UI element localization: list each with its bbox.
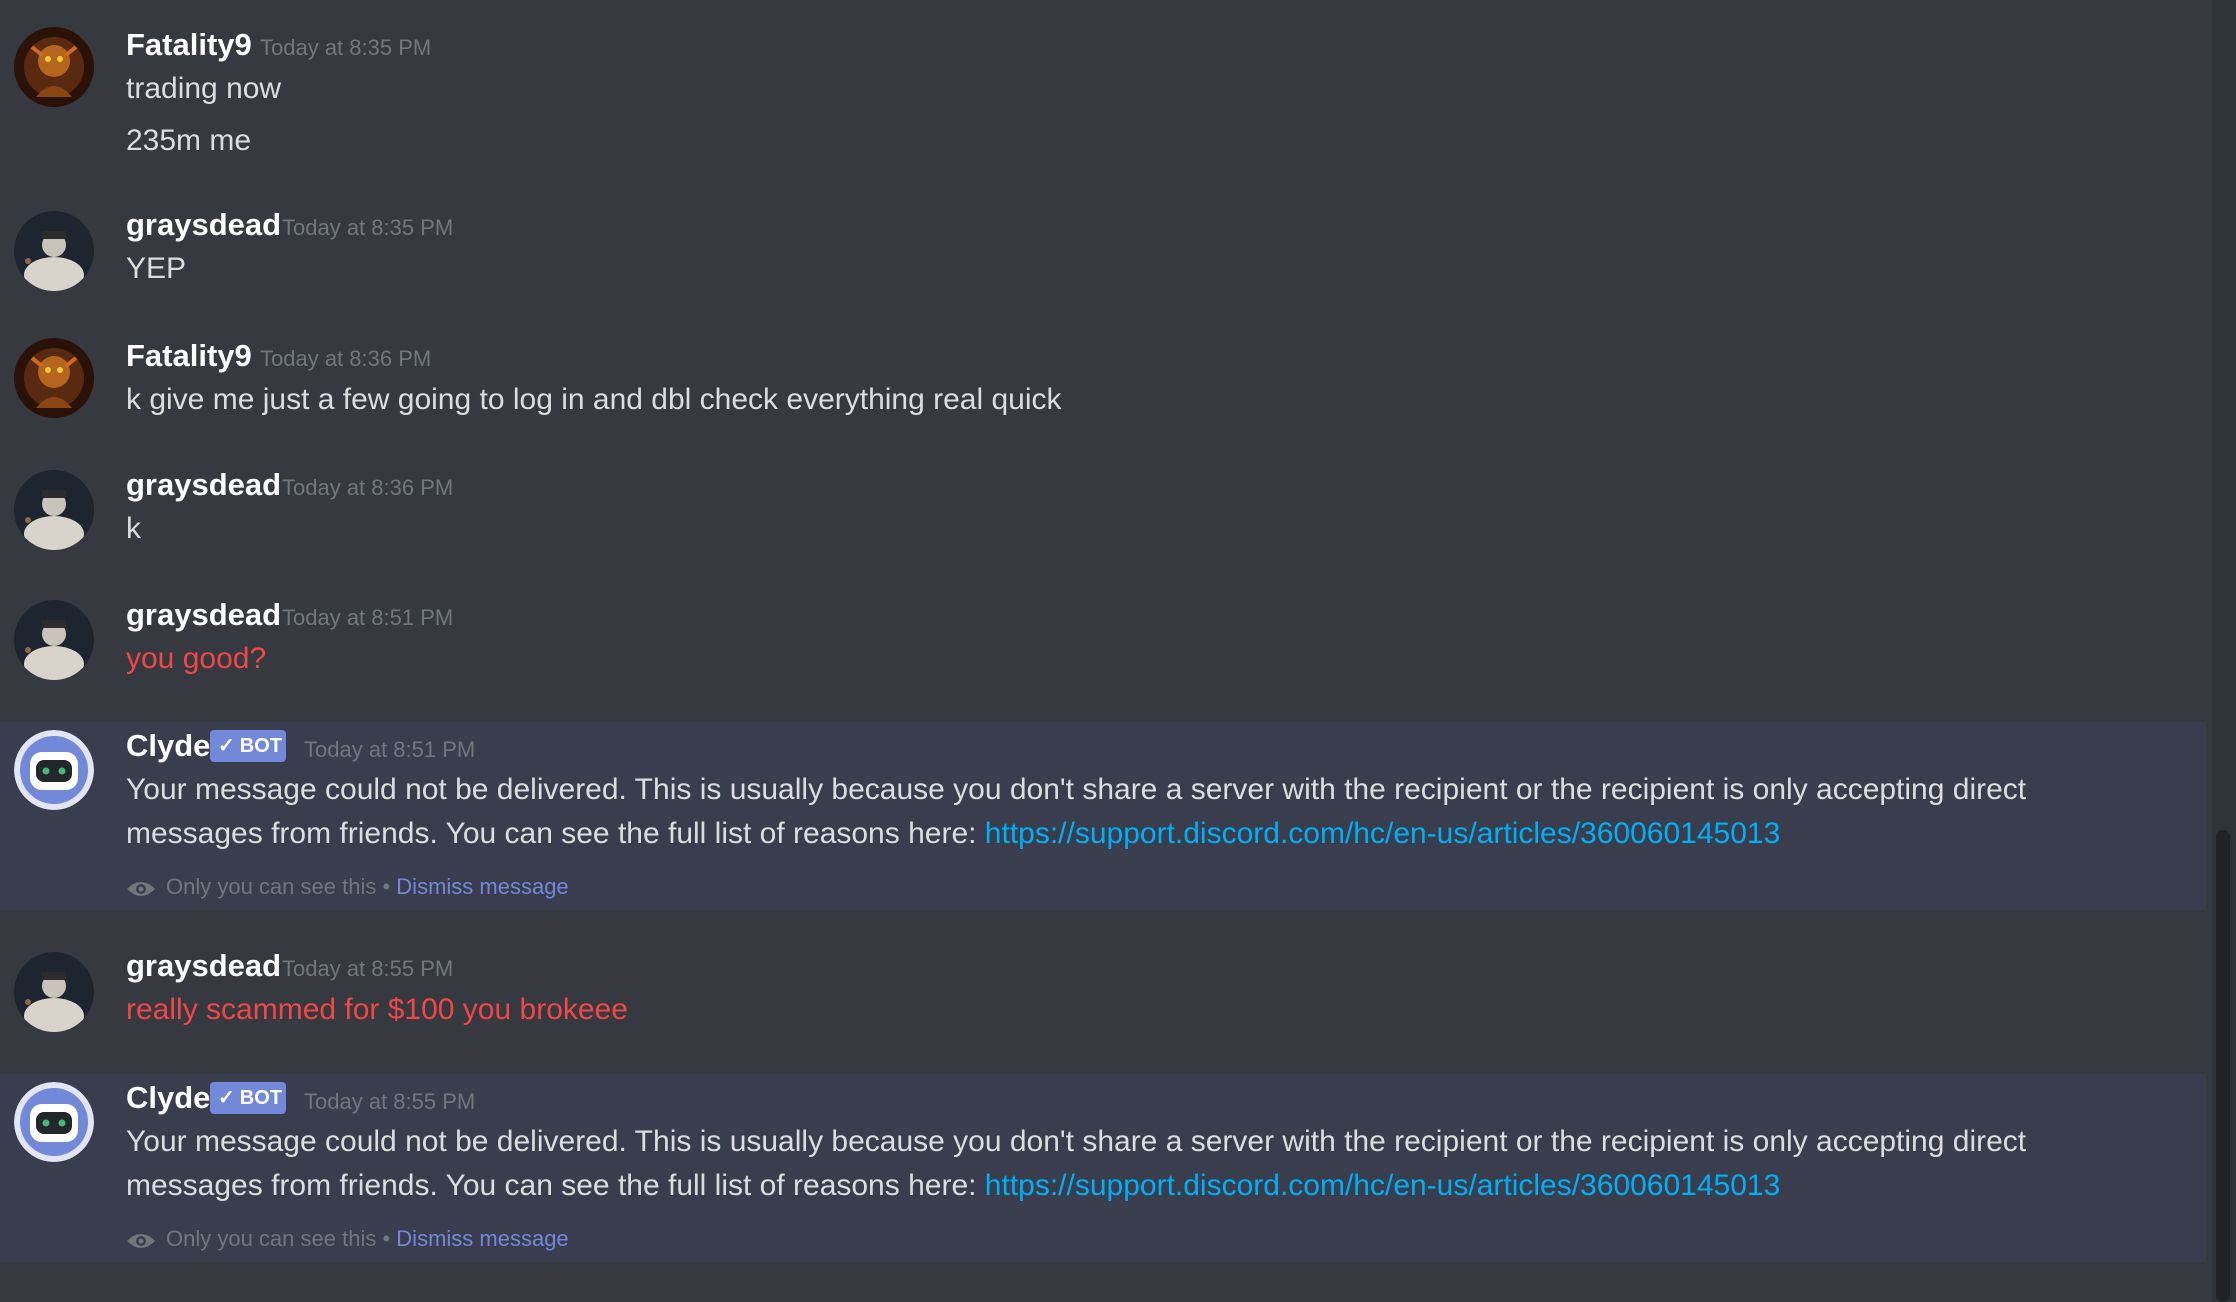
timestamp: Today at 8:35 PM [282,215,454,240]
timestamp: Today at 8:51 PM [304,737,476,762]
message-line-text: messages from friends. You can see the f… [126,1169,985,1202]
username[interactable]: graysdead [126,948,281,984]
message-text: YEP [126,252,187,285]
timestamp: Today at 8:55 PM [304,1089,476,1114]
username[interactable]: Fatality9 [126,338,252,374]
clyde-robot-icon[interactable] [14,1082,94,1162]
chat-messages: Fatality9 Today at 8:35 PM trading now 2… [0,0,2236,1302]
fatality-avatar-icon[interactable] [14,27,94,107]
message-item: graysdead Today at 8:35 PM YEP [0,190,2206,300]
timestamp: Today at 8:36 PM [282,475,454,500]
message-text: trading now [126,72,282,105]
message-text: k [126,512,141,545]
dismiss-message-link[interactable]: Dismiss message [396,1226,568,1251]
graysdead-avatar-icon[interactable] [14,952,94,1032]
bot-tag-label: BOT [239,735,282,757]
message-line: messages from friends. You can see the f… [126,1164,2186,1208]
only-you-label: Only you can see this [166,874,377,899]
bot-tag-label: BOT [239,1087,282,1109]
username[interactable]: Fatality9 [126,27,252,63]
verified-check-icon: ✓ [218,1087,235,1109]
bot-tag: ✓ BOT [210,1082,286,1114]
verified-check-icon: ✓ [218,735,235,757]
ephemeral-note: Only you can see this • Dismiss message [126,1224,569,1260]
support-link[interactable]: https://support.discord.com/hc/en-us/art… [985,1169,1780,1202]
message-item: graysdead Today at 8:51 PM you good? [0,580,2206,720]
username[interactable]: graysdead [126,467,281,503]
message-line: Your message could not be delivered. Thi… [126,773,2027,806]
message-text: 235m me [126,124,252,157]
username[interactable]: Clyde [126,728,210,764]
fatality-avatar-icon[interactable] [14,338,94,418]
separator-dot: • [382,1226,391,1251]
separator-dot: • [382,874,391,899]
only-you-label: Only you can see this [166,1226,377,1251]
ephemeral-note: Only you can see this • Dismiss message [126,872,569,908]
scrollbar-thumb[interactable] [2216,830,2230,1302]
username[interactable]: graysdead [126,207,281,243]
message-line: Your message could not be delivered. Thi… [126,1125,2027,1158]
dismiss-message-link[interactable]: Dismiss message [396,874,568,899]
failed-message-text: you good? [126,642,267,675]
message-item: graysdead Today at 8:36 PM k [0,450,2206,560]
timestamp: Today at 8:35 PM [260,35,432,60]
username[interactable]: Clyde [126,1080,210,1116]
ephemeral-message: Clyde ✓ BOT Today at 8:51 PM Your message… [0,722,2206,910]
message-line: messages from friends. You can see the f… [126,812,2186,856]
message-line-text: messages from friends. You can see the f… [126,817,985,850]
message-item: graysdead Today at 8:55 PM really scamme… [0,930,2206,1060]
graysdead-avatar-icon[interactable] [14,211,94,291]
message-item: Fatality9 Today at 8:35 PM trading now 2… [0,0,2206,180]
message-text: Your message could not be delivered. Thi… [126,768,2186,856]
username[interactable]: graysdead [126,597,281,633]
graysdead-avatar-icon[interactable] [14,470,94,550]
ephemeral-message: Clyde ✓ BOT Today at 8:55 PM Your message… [0,1074,2206,1262]
eye-icon [126,878,156,908]
clyde-robot-icon[interactable] [14,730,94,810]
timestamp: Today at 8:51 PM [282,605,454,630]
eye-icon [126,1230,156,1260]
message-item: Fatality9 Today at 8:36 PM k give me jus… [0,320,2206,430]
support-link[interactable]: https://support.discord.com/hc/en-us/art… [985,817,1780,850]
message-text: Your message could not be delivered. Thi… [126,1120,2186,1208]
bot-tag: ✓ BOT [210,730,286,762]
timestamp: Today at 8:55 PM [282,956,454,981]
failed-message-text: really scammed for $100 you brokeee [126,993,628,1026]
graysdead-avatar-icon[interactable] [14,600,94,680]
message-text: k give me just a few going to log in and… [126,383,1062,416]
timestamp: Today at 8:36 PM [260,346,432,371]
